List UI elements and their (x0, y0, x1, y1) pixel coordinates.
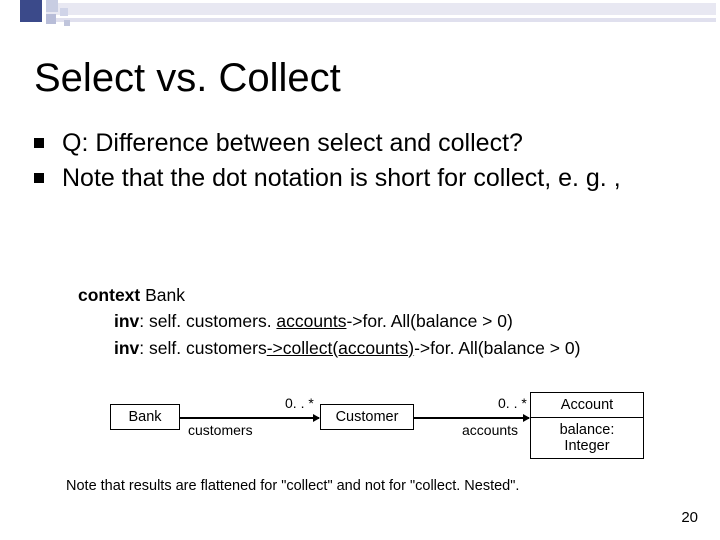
uml-class-name: Bank (111, 405, 179, 429)
uml-multiplicity: 0. . * (285, 395, 314, 411)
uml-attribute: balance: Integer (531, 417, 643, 458)
code-line: inv: self. customers. accounts->for. All… (114, 308, 580, 334)
code-line: context Bank (78, 282, 580, 308)
uml-role: customers (188, 422, 253, 438)
page-number: 20 (681, 509, 698, 526)
uml-association (414, 417, 529, 419)
bullet-list: Q: Difference between select and collect… (34, 128, 684, 199)
uml-class-customer: Customer (320, 404, 414, 430)
slide-decoration (0, 0, 720, 40)
bullet-icon (34, 173, 44, 183)
uml-class-name: Account (531, 393, 643, 417)
bullet-item: Note that the dot notation is short for … (34, 163, 684, 194)
bullet-icon (34, 138, 44, 148)
uml-role: accounts (462, 422, 518, 438)
uml-class-account: Account balance: Integer (530, 392, 644, 459)
ocl-code-block: context Bank inv: self. customers. accou… (78, 282, 580, 361)
uml-diagram: 0. . * customers 0. . * accounts Bank Cu… (110, 386, 630, 456)
bullet-item: Q: Difference between select and collect… (34, 128, 684, 159)
uml-arrowhead-icon (313, 414, 320, 422)
bullet-text: Note that the dot notation is short for … (62, 163, 621, 194)
bullet-text: Q: Difference between select and collect… (62, 128, 523, 159)
uml-class-bank: Bank (110, 404, 180, 430)
uml-multiplicity: 0. . * (498, 395, 527, 411)
footnote-text: Note that results are flattened for "col… (66, 478, 519, 494)
uml-arrowhead-icon (523, 414, 530, 422)
uml-class-name: Customer (321, 405, 413, 429)
slide-title: Select vs. Collect (34, 56, 341, 101)
code-line: inv: self. customers->collect(accounts)-… (114, 335, 580, 361)
uml-association (180, 417, 319, 419)
